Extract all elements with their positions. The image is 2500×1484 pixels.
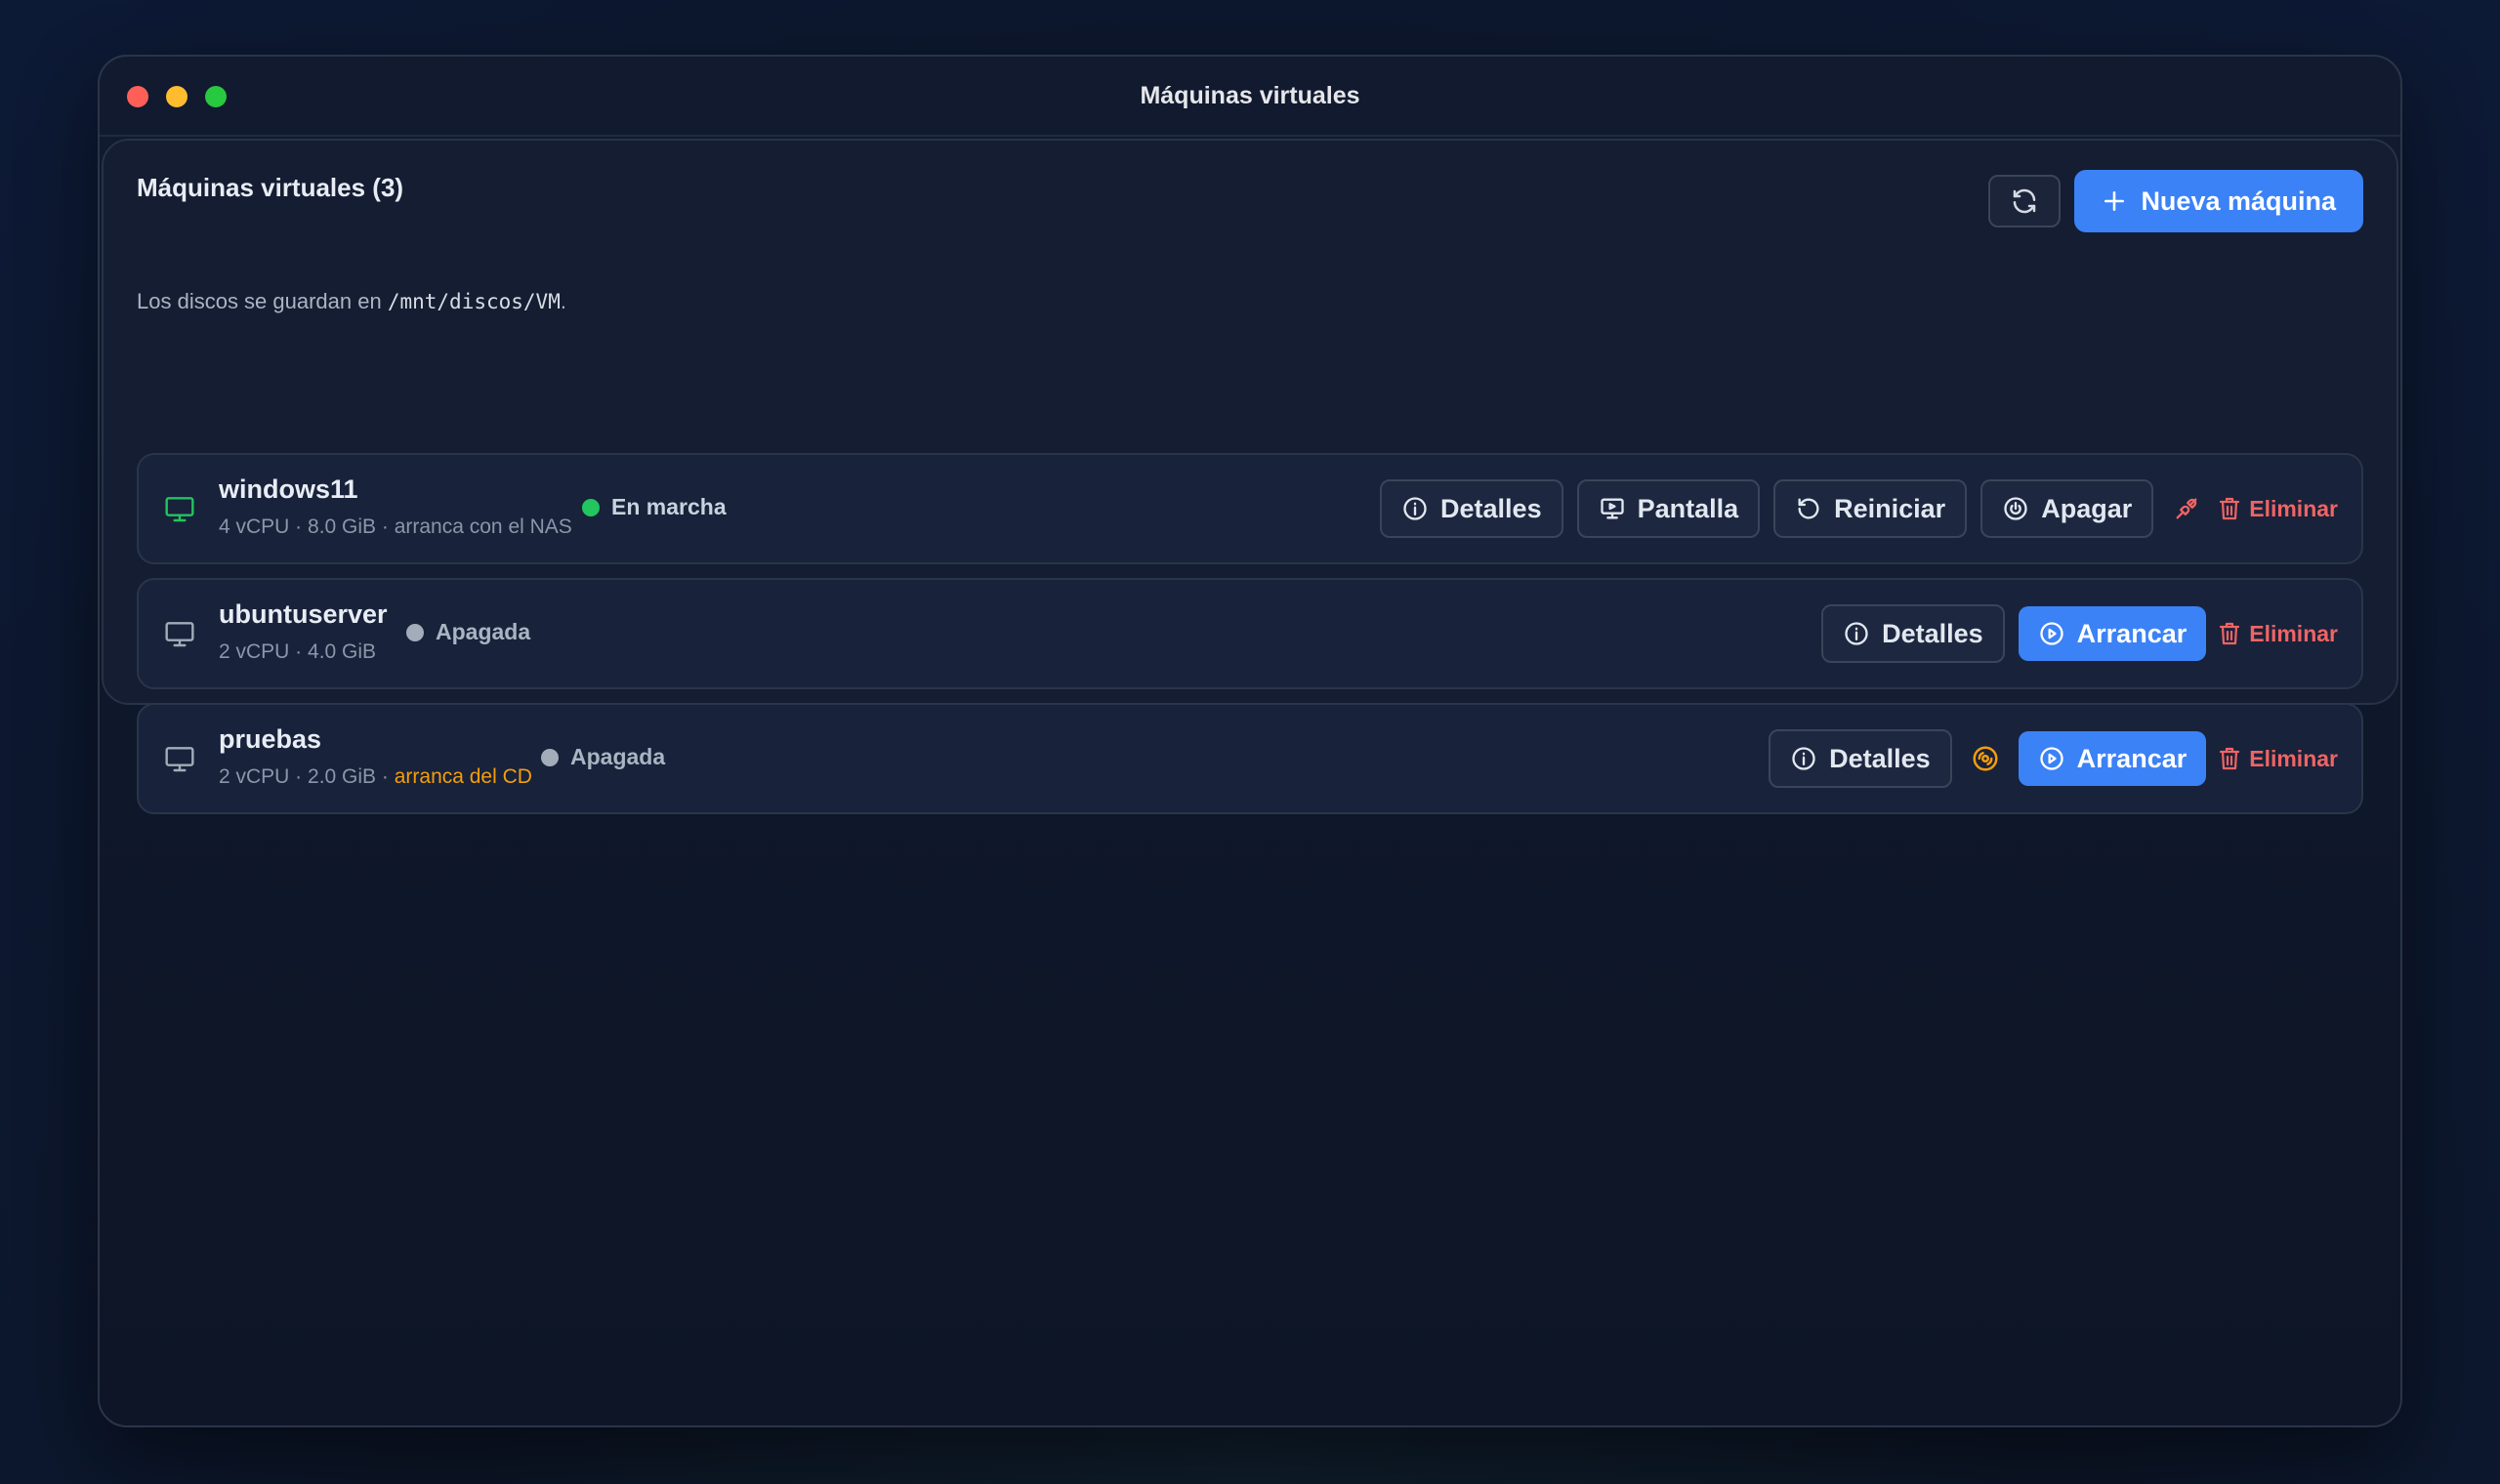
- storage-prefix: Los discos se guardan en: [137, 289, 388, 313]
- vm-status: Apagada: [541, 744, 665, 770]
- status-dot: [582, 498, 600, 516]
- vm-panel: Máquinas virtuales (3) Nueva máquina Los…: [102, 139, 2398, 814]
- play-circle-icon: [2038, 745, 2065, 772]
- title-bar: Máquinas virtuales: [100, 57, 2400, 137]
- delete-label: Eliminar: [2249, 620, 2338, 646]
- info-icon: [1790, 745, 1817, 772]
- vm-meta: 2 vCPU · 2.0 GiB · arranca del CD: [219, 765, 532, 789]
- trash-icon: [2218, 496, 2241, 521]
- vm-row-pruebas: pruebas 2 vCPU · 2.0 GiB · arranca del C…: [137, 703, 2363, 814]
- details-label: Detalles: [1882, 618, 1983, 648]
- monitor-icon: [164, 744, 195, 773]
- storage-note: Los discos se guardan en /mnt/discos/VM.: [137, 289, 566, 314]
- delete-label: Eliminar: [2249, 745, 2338, 771]
- start-label: Arrancar: [2076, 743, 2188, 773]
- panel-title: Máquinas virtuales (3): [137, 172, 404, 202]
- storage-path: /mnt/discos/VM: [387, 290, 561, 313]
- header-actions: Nueva máquina: [1988, 170, 2363, 232]
- delete-button[interactable]: Eliminar: [2216, 496, 2340, 522]
- minimize-window-button[interactable]: [166, 86, 188, 107]
- delete-button[interactable]: Eliminar: [2216, 621, 2340, 647]
- status-label: Apagada: [436, 619, 531, 644]
- monitor-icon: [164, 619, 195, 648]
- cd-disc-icon: [1971, 744, 2000, 773]
- storage-suffix: .: [560, 289, 566, 313]
- disconnect-button[interactable]: [2167, 489, 2206, 528]
- vm-meta: 4 vCPU · 8.0 GiB · arranca con el NAS: [219, 515, 572, 538]
- restart-button[interactable]: Reiniciar: [1773, 479, 1968, 538]
- window-title: Máquinas virtuales: [1140, 81, 1360, 109]
- delete-label: Eliminar: [2249, 495, 2338, 521]
- vm-name: pruebas: [219, 724, 322, 754]
- unplug-icon: [2173, 495, 2200, 522]
- details-button[interactable]: Detalles: [1380, 479, 1563, 538]
- vm-meta-main: 2 vCPU · 2.0 GiB ·: [219, 765, 395, 788]
- restart-icon: [1795, 495, 1822, 522]
- new-vm-button[interactable]: Nueva máquina: [2074, 170, 2363, 232]
- shutdown-label: Apagar: [2041, 493, 2133, 523]
- shutdown-button[interactable]: Apagar: [1980, 479, 2154, 538]
- trash-icon: [2218, 746, 2241, 771]
- refresh-icon: [2010, 186, 2039, 216]
- start-label: Arrancar: [2076, 618, 2188, 648]
- status-label: En marcha: [611, 494, 727, 519]
- info-icon: [1843, 620, 1870, 647]
- vm-name: ubuntuserver: [219, 599, 388, 629]
- vm-actions: Detalles Arrancar Eliminar: [1769, 728, 2340, 789]
- vm-actions: Detalles Arrancar Eliminar: [1821, 603, 2340, 664]
- vm-row-ubuntuserver: ubuntuserver 2 vCPU · 4.0 GiB Apagada De…: [137, 578, 2363, 689]
- details-button[interactable]: Detalles: [1769, 729, 1952, 788]
- details-button[interactable]: Detalles: [1821, 604, 2005, 663]
- status-label: Apagada: [570, 744, 666, 769]
- status-dot: [406, 623, 424, 641]
- vm-meta-cd-boot: arranca del CD: [394, 765, 532, 788]
- details-label: Detalles: [1829, 743, 1931, 773]
- new-vm-label: Nueva máquina: [2141, 186, 2336, 216]
- vm-meta: 2 vCPU · 4.0 GiB: [219, 640, 377, 663]
- trash-icon: [2218, 621, 2241, 646]
- plus-icon: [2102, 188, 2127, 214]
- vm-row-windows11: windows11 4 vCPU · 8.0 GiB · arranca con…: [137, 453, 2363, 564]
- app-window: Máquinas virtuales Máquinas virtuales (3…: [98, 55, 2402, 1427]
- power-icon: [2002, 495, 2029, 522]
- vm-status: En marcha: [582, 494, 727, 520]
- refresh-button[interactable]: [1988, 175, 2062, 227]
- start-button[interactable]: Arrancar: [2018, 606, 2207, 661]
- window-controls: [127, 86, 227, 107]
- play-circle-icon: [2038, 620, 2065, 647]
- vm-actions: Detalles Pantalla Reiniciar Apagar Elimi…: [1380, 478, 2340, 539]
- close-window-button[interactable]: [127, 86, 148, 107]
- info-icon: [1401, 495, 1429, 522]
- details-label: Detalles: [1440, 493, 1542, 523]
- maximize-window-button[interactable]: [205, 86, 227, 107]
- eject-cd-button[interactable]: [1966, 739, 2005, 778]
- screen-button[interactable]: Pantalla: [1576, 479, 1761, 538]
- vm-name: windows11: [219, 474, 358, 504]
- delete-button[interactable]: Eliminar: [2216, 746, 2340, 772]
- screen-label: Pantalla: [1637, 493, 1739, 523]
- vm-status: Apagada: [406, 619, 530, 645]
- status-dot: [541, 748, 559, 766]
- panel-header: Máquinas virtuales (3) Nueva máquina: [137, 168, 2363, 234]
- restart-label: Reiniciar: [1834, 493, 1946, 523]
- start-button[interactable]: Arrancar: [2018, 731, 2207, 786]
- monitor-icon: [164, 494, 195, 523]
- screen-play-icon: [1599, 495, 1626, 522]
